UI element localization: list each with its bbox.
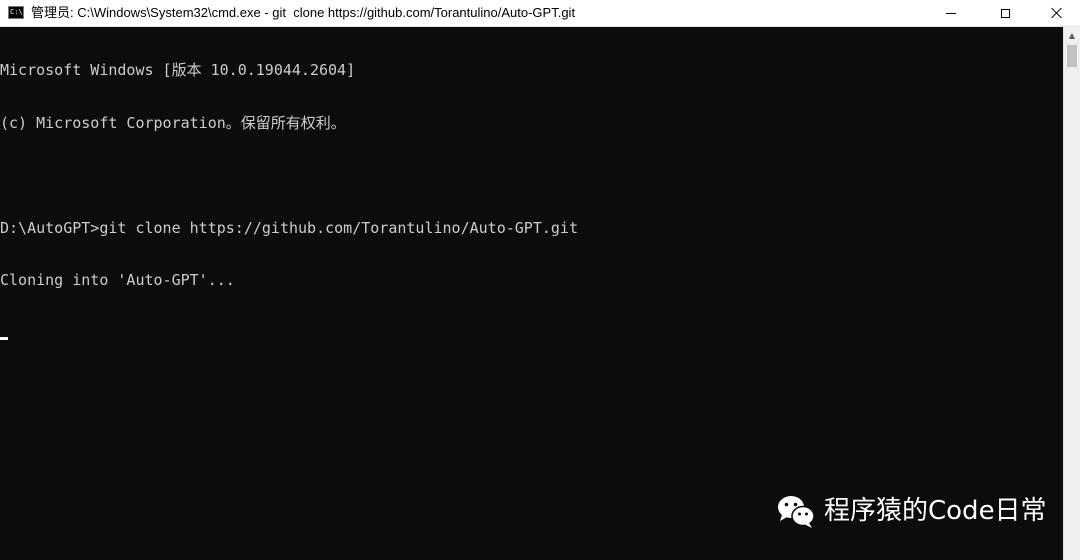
vertical-scrollbar[interactable]: ▲ [1063, 27, 1080, 560]
console-line: Microsoft Windows [版本 10.0.19044.2604] [0, 61, 356, 79]
console-line: Cloning into 'Auto-GPT'... [0, 271, 235, 289]
maximize-button[interactable] [982, 0, 1028, 26]
chevron-up-icon[interactable]: ▲ [1064, 27, 1080, 44]
console-line: (c) Microsoft Corporation。保留所有权利。 [0, 113, 346, 132]
cmd-icon-text: C:\ [10, 8, 23, 16]
close-button[interactable] [1034, 0, 1080, 26]
watermark: 程序猿的Code日常 [776, 491, 1047, 531]
minimize-button[interactable] [928, 0, 974, 26]
minimize-icon [946, 12, 956, 14]
cmd-icon[interactable]: C:\ [8, 6, 24, 19]
watermark-text: 程序猿的Code日常 [824, 496, 1047, 526]
cursor-line [0, 325, 1063, 343]
text-cursor [0, 336, 8, 340]
console-line: D:\AutoGPT>git clone https://github.com/… [0, 218, 578, 237]
close-icon [1051, 7, 1063, 19]
scrollbar-thumb[interactable] [1067, 45, 1077, 67]
console-output[interactable]: Microsoft Windows [版本 10.0.19044.2604] (… [0, 27, 1063, 560]
cmd-window: C:\ 管理员: C:\Windows\System32\cmd.exe - g… [0, 0, 1080, 560]
window-title: 管理员: C:\Windows\System32\cmd.exe - git c… [31, 5, 576, 20]
title-bar[interactable]: C:\ 管理员: C:\Windows\System32\cmd.exe - g… [0, 0, 1080, 27]
wechat-icon [778, 496, 815, 528]
maximize-icon [1000, 8, 1010, 18]
